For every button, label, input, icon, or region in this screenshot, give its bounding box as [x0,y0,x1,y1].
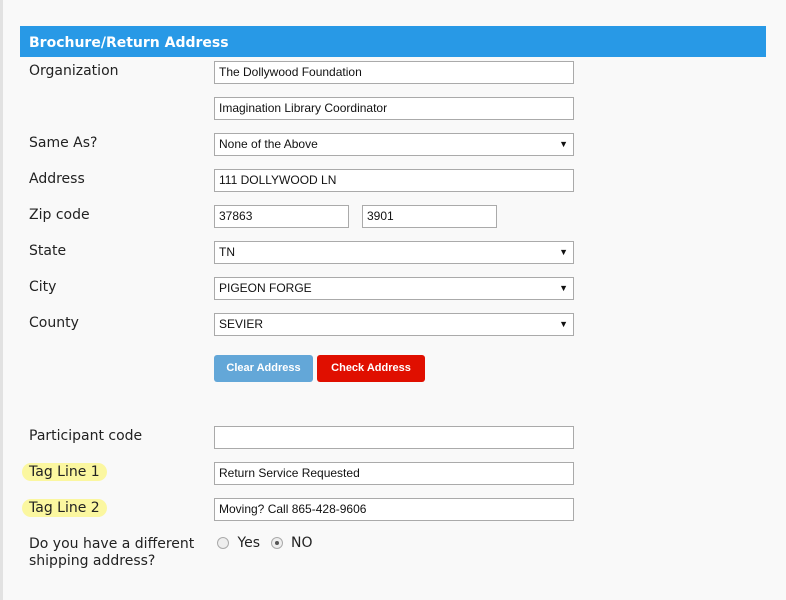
check-address-button[interactable]: Check Address [317,355,425,382]
county-select[interactable]: SEVIER ▼ [214,313,574,336]
radio-no-label: NO [290,535,313,551]
tag-line-1-input[interactable]: Return Service Requested [214,462,574,485]
label-tag-line-2: Tag Line 2 [22,499,107,517]
zip4-input[interactable]: 3901 [362,205,497,228]
chevron-down-icon: ▼ [559,139,568,149]
label-tag-line-1: Tag Line 1 [22,463,107,481]
label-zip: Zip code [29,207,90,223]
label-organization: Organization [29,63,119,79]
section-header: Brochure/Return Address [20,26,766,57]
chevron-down-icon: ▼ [559,283,568,293]
tag-line-2-input[interactable]: Moving? Call 865-428-9606 [214,498,574,521]
state-value: TN [219,245,235,259]
label-city: City [29,279,57,295]
zip-input[interactable]: 37863 [214,205,349,228]
radio-no[interactable] [270,537,283,549]
chevron-down-icon: ▼ [559,319,568,329]
shipping-question-line-2: shipping address? [29,553,156,569]
county-value: SEVIER [219,317,264,331]
label-participant-code: Participant code [29,428,143,444]
radio-yes-label: Yes [237,535,261,551]
state-select[interactable]: TN ▼ [214,241,574,264]
label-state: State [29,243,67,259]
organization-input-2[interactable]: Imagination Library Coordinator [214,97,574,120]
organization-input-1[interactable]: The Dollywood Foundation [214,61,574,84]
label-same-as: Same As? [29,135,98,151]
same-as-value: None of the Above [219,137,318,151]
radio-yes[interactable] [217,537,229,549]
label-county: County [29,315,79,331]
chevron-down-icon: ▼ [559,247,568,257]
clear-address-button[interactable]: Clear Address [214,355,313,382]
address-input[interactable]: 111 DOLLYWOOD LN [214,169,574,192]
same-as-select[interactable]: None of the Above ▼ [214,133,574,156]
city-select[interactable]: PIGEON FORGE ▼ [214,277,574,300]
participant-code-input[interactable] [214,426,574,449]
page-border [0,0,3,600]
shipping-question-line-1: Do you have a different [29,536,195,552]
label-address: Address [29,171,85,187]
city-value: PIGEON FORGE [219,281,312,295]
